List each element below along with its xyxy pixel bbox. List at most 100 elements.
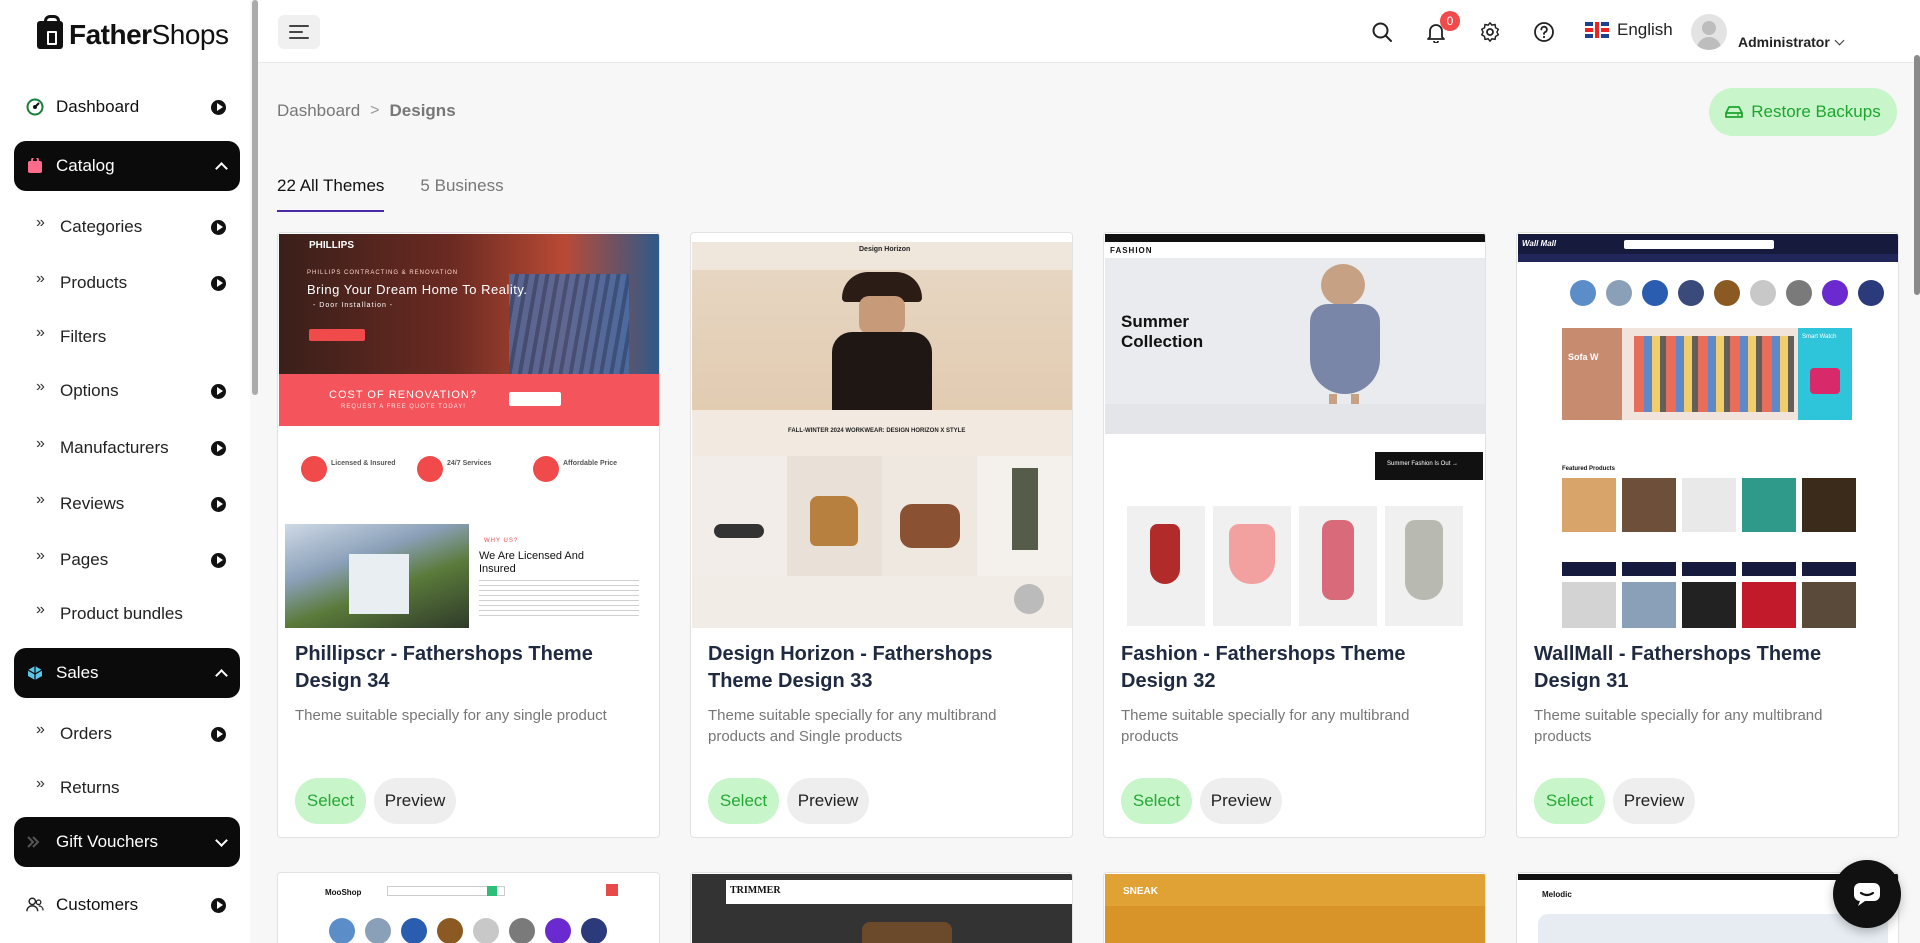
restore-backups-button[interactable]: Restore Backups [1709, 88, 1897, 136]
theme-card: PHILLIPS PHILLIPS CONTRACTING & RENOVATI… [277, 232, 660, 838]
select-button[interactable]: Select [1121, 778, 1192, 824]
search-icon[interactable] [1370, 20, 1394, 44]
double-chevron-icon: » [36, 547, 45, 564]
thumb-feature: Licensed & Insured [331, 460, 396, 467]
sidebar-item-catalog[interactable]: Catalog [14, 141, 240, 191]
sidebar-item-label: Dashboard [56, 97, 140, 116]
thumb-logo: Wall Mall [1522, 239, 1557, 248]
sidebar-item-returns[interactable]: » Returns [36, 770, 226, 806]
double-chevron-icon: » [36, 270, 45, 287]
expand-icon [211, 552, 226, 568]
thumb-smart: Smart Watch [1802, 334, 1837, 340]
preview-button[interactable]: Preview [1613, 778, 1695, 824]
theme-description: Theme suitable specially for any multibr… [708, 707, 997, 745]
thumb-feature: 24/7 Services [447, 460, 492, 467]
sidebar-item-dashboard[interactable]: Dashboard [14, 82, 240, 132]
top-bar: 0 English Administrator [258, 0, 1920, 63]
sidebar-item-manufacturers[interactable]: » Manufacturers [36, 430, 226, 466]
menu-toggle-button[interactable] [278, 15, 320, 49]
sidebar-item-label: Returns [60, 778, 120, 797]
sidebar-item-product-bundles[interactable]: » Product bundles [36, 596, 226, 632]
sidebar-item-filters[interactable]: » Filters [36, 319, 226, 355]
avatar[interactable] [1691, 14, 1727, 50]
thumb-hero-sub: - Door Installation - [313, 302, 394, 309]
sidebar-item-label: Product bundles [60, 604, 183, 623]
sidebar-item-label: Orders [60, 724, 112, 743]
notification-bell-icon[interactable]: 0 [1424, 11, 1460, 44]
theme-preview-image[interactable]: Wall Mall Sofa W Smart Watch Featured Pr… [1518, 234, 1898, 628]
thumb-hero-kicker: PHILLIPS CONTRACTING & RENOVATION [307, 270, 459, 276]
double-chevron-icon: » [36, 601, 45, 618]
expand-icon [211, 383, 226, 399]
breadcrumb-dashboard-link[interactable]: Dashboard [277, 101, 360, 121]
thumb-banner-sub: REQUEST A FREE QUOTE TODAY! [341, 404, 466, 410]
preview-button[interactable]: Preview [374, 778, 456, 824]
sidebar-item-label: Sales [56, 663, 99, 682]
notification-badge: 0 [1440, 11, 1460, 31]
sidebar-item-reviews[interactable]: » Reviews [36, 486, 226, 522]
theme-card: SNEAK [1103, 872, 1486, 943]
sidebar-item-products[interactable]: » Products [36, 265, 226, 301]
theme-preview-image[interactable]: FASHION Summer Collection Summer Fashion… [1105, 234, 1485, 628]
chevron-up-icon [215, 161, 228, 175]
thumb-hero-title: Bring Your Dream Home To Reality. [307, 282, 528, 297]
sidebar-item-categories[interactable]: » Categories [36, 209, 226, 245]
theme-card: MooShop [277, 872, 660, 943]
select-button[interactable]: Select [295, 778, 366, 824]
sidebar: FatherShops Dashboard Catalog » Categorie… [0, 0, 250, 943]
preview-button[interactable]: Preview [1200, 778, 1282, 824]
hamburger-line [289, 37, 309, 39]
theme-description: Theme suitable specially for any single … [295, 707, 607, 724]
language-label: English [1617, 20, 1673, 39]
settings-gear-icon[interactable] [1478, 20, 1502, 44]
thumb-hero-title: Summer [1121, 312, 1190, 331]
tab-business[interactable]: 5 Business [420, 176, 503, 212]
user-menu[interactable]: Administrator [1738, 34, 1845, 50]
chevron-down-icon [215, 833, 228, 847]
expand-icon [211, 726, 226, 742]
sidebar-item-orders[interactable]: » Orders [36, 716, 226, 752]
language-selector[interactable]: English [1585, 20, 1673, 40]
theme-preview-image[interactable]: TRIMMER [692, 874, 1072, 943]
tab-all-themes[interactable]: 22 All Themes [277, 176, 385, 212]
double-chevron-icon: » [36, 214, 45, 231]
theme-card: FASHION Summer Collection Summer Fashion… [1103, 232, 1486, 838]
breadcrumb-separator: > [370, 102, 380, 119]
theme-title: Fashion - Fathershops Theme Design 32 [1121, 643, 1406, 692]
sidebar-item-customers[interactable]: Customers [14, 880, 240, 930]
sidebar-item-pages[interactable]: » Pages [36, 542, 226, 578]
help-icon[interactable] [1532, 20, 1556, 44]
sidebar-item-label: Gift Vouchers [56, 832, 159, 851]
hamburger-line [289, 31, 303, 33]
user-name: Administrator [1738, 34, 1830, 50]
sidebar-item-label: Filters [60, 327, 107, 346]
brand-logo[interactable]: FatherShops [37, 15, 229, 52]
theme-title: Design Horizon - Fathershops Theme Desig… [708, 643, 993, 692]
double-chevron-icon: » [36, 435, 45, 452]
theme-preview-image[interactable]: PHILLIPS PHILLIPS CONTRACTING & RENOVATI… [279, 234, 659, 628]
double-chevron-icon: » [36, 324, 45, 341]
thumb-logo: FASHION [1110, 246, 1153, 255]
chat-support-button[interactable] [1833, 860, 1901, 928]
expand-icon [211, 219, 226, 235]
select-button[interactable]: Select [1534, 778, 1605, 824]
theme-card: Design Horizon FALL-WINTER 2024 WORKWEAR… [690, 232, 1073, 838]
theme-preview-image[interactable]: Design Horizon FALL-WINTER 2024 WORKWEAR… [692, 234, 1072, 628]
thumb-cta: Summer Fashion Is Out → [1387, 461, 1459, 467]
sidebar-item-sales[interactable]: Sales [14, 648, 240, 698]
thumb-cta [309, 329, 365, 341]
double-chevron-icon: » [36, 775, 45, 792]
chevron-up-icon [215, 668, 228, 682]
drive-icon [1725, 106, 1744, 118]
sidebar-item-options[interactable]: » Options [36, 373, 226, 409]
preview-button[interactable]: Preview [787, 778, 869, 824]
theme-tabs: 22 All Themes 5 Business [277, 176, 504, 212]
page-scrollbar[interactable] [1914, 55, 1920, 295]
theme-preview-image[interactable]: SNEAK [1105, 874, 1485, 943]
brand-name-bold: Father [69, 19, 152, 50]
sidebar-item-gift-vouchers[interactable]: Gift Vouchers [14, 817, 240, 867]
sidebar-item-label: Customers [56, 895, 139, 914]
theme-preview-image[interactable]: MooShop [279, 874, 659, 943]
sidebar-item-label: Categories [60, 217, 143, 236]
select-button[interactable]: Select [708, 778, 779, 824]
